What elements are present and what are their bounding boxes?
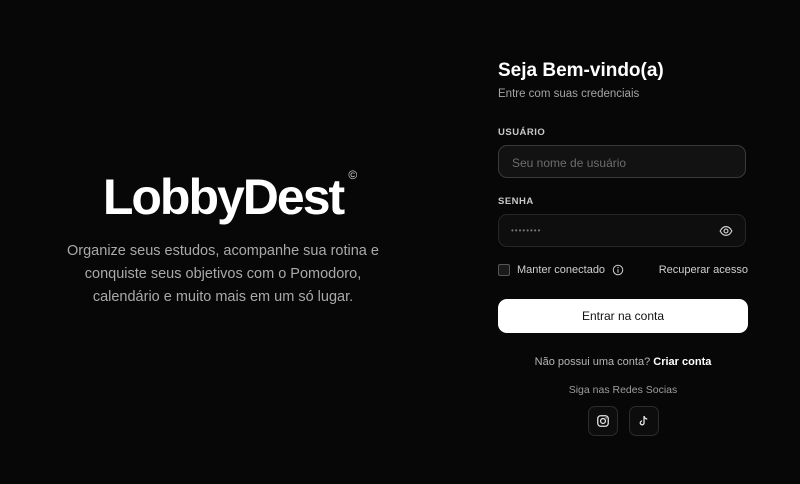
recover-access-link[interactable]: Recuperar acesso [659, 264, 748, 276]
tiktok-button[interactable] [628, 406, 659, 436]
info-icon[interactable] [612, 264, 624, 276]
login-button[interactable]: Entrar na conta [498, 299, 748, 333]
remember-checkbox[interactable] [498, 264, 510, 276]
login-title: Seja Bem-vindo(a) [498, 60, 664, 81]
password-field[interactable]: •••••••• [498, 214, 746, 247]
eye-icon[interactable] [718, 224, 734, 238]
password-label: SENHA [498, 196, 534, 207]
username-label: USUÁRIO [498, 127, 546, 138]
password-input[interactable]: •••••••• [511, 215, 541, 246]
tagline: Organize seus estudos, acompanhe sua rot… [67, 242, 379, 305]
logo: LobbyDest © [102, 168, 357, 225]
login-subtitle: Entre com suas credenciais [498, 88, 640, 100]
remember-row: Manter conectado [498, 264, 624, 276]
tiktok-icon [639, 415, 648, 426]
logo-text: LobbyDest [102, 168, 345, 225]
instagram-icon [596, 415, 609, 427]
brand-panel: LobbyDest © Organize seus estudos, acomp… [0, 0, 446, 484]
signup-prompt: Não possui uma conta? [534, 356, 651, 368]
username-field[interactable] [498, 145, 746, 179]
signup-link[interactable]: Criar conta [653, 356, 711, 368]
social-label: Siga nas Redes Socias [568, 384, 678, 396]
signup-row: Não possui uma conta? Criar conta [498, 356, 748, 368]
username-input[interactable] [510, 146, 714, 179]
copyright-symbol: © [348, 167, 358, 182]
remember-label[interactable]: Manter conectado [517, 264, 605, 276]
social-links [498, 406, 748, 436]
instagram-button[interactable] [587, 406, 618, 436]
